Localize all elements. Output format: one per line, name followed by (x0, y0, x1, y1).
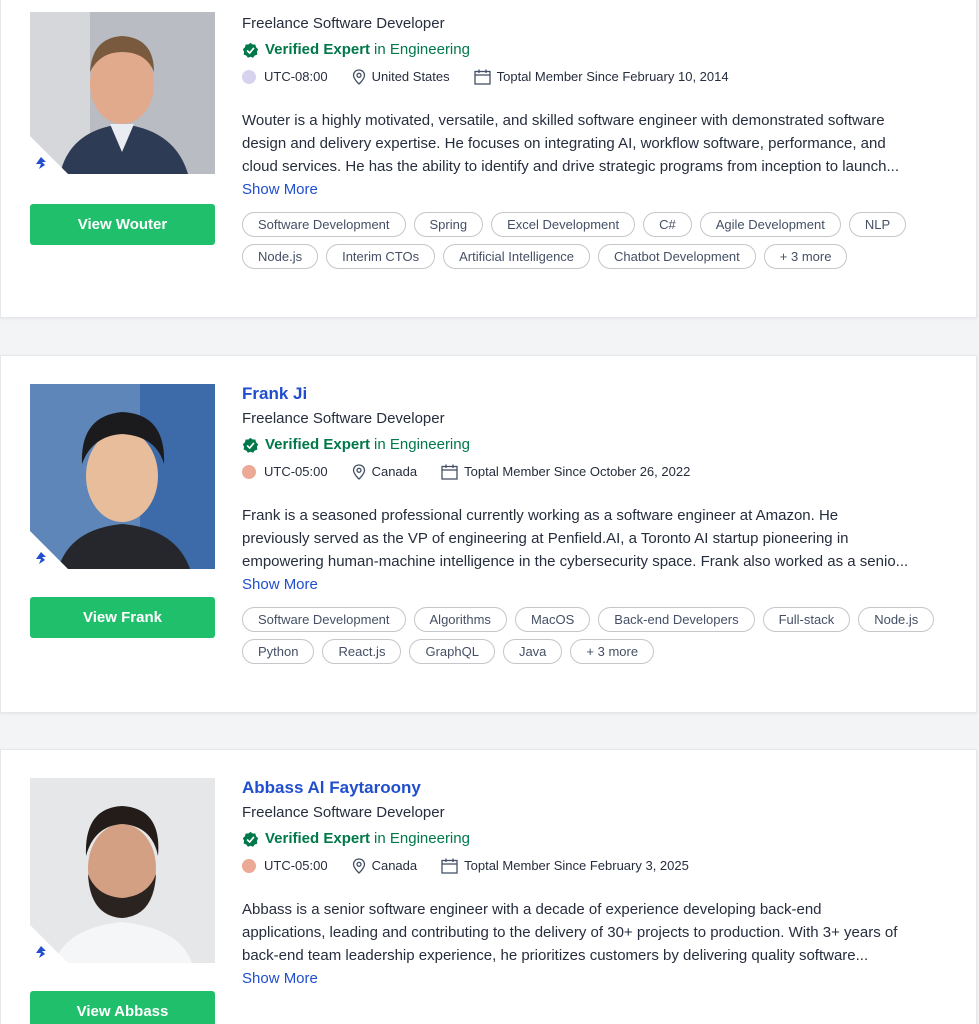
verified-suffix: in Engineering (374, 436, 470, 453)
talent-card: View Frank Frank Ji Freelance Software D… (0, 355, 977, 713)
description-line: cloud services. He has the ability to id… (242, 158, 899, 175)
skill-chip[interactable]: GraphQL (409, 639, 495, 664)
timezone: UTC-05:00 (264, 464, 328, 479)
skill-chip[interactable]: Spring (413, 212, 484, 237)
skill-chip[interactable]: Python (242, 639, 315, 664)
talent-meta: UTC-05:00 Canada Toptal Member Since Feb… (242, 857, 962, 875)
talent-name[interactable]: Frank Ji (242, 383, 962, 405)
skill-list: Software Development Algorithms MacOS Ba… (242, 607, 962, 671)
description-line: back-end team leadership experience, he … (242, 947, 869, 964)
description-line: empowering human-machine intelligence in… (242, 553, 909, 570)
view-profile-button[interactable]: View Wouter (30, 204, 215, 245)
skill-chip[interactable]: Artificial Intelligence (443, 244, 591, 269)
location-pin-icon (352, 858, 365, 874)
location-pin-icon (352, 69, 365, 85)
calendar-icon (441, 464, 458, 480)
skill-chip[interactable]: Chatbot Development (598, 244, 756, 269)
profile-photo[interactable] (30, 778, 215, 963)
talent-description: Frank is a seasoned professional current… (242, 504, 962, 573)
verified-badge: Verified Expert in Engineering (242, 829, 962, 849)
timezone: UTC-08:00 (264, 69, 328, 84)
toptal-logo-icon (36, 552, 46, 564)
skill-chip[interactable]: Software Development (242, 607, 406, 632)
skill-chip[interactable]: Full-stack (762, 607, 851, 632)
verified-check-icon (242, 42, 259, 58)
description-line: applications, leading and contributing t… (242, 924, 898, 941)
location: United States (371, 69, 450, 84)
verified-badge: Verified Expert in Engineering (242, 40, 962, 60)
location-pin-icon (352, 464, 365, 480)
talent-info: Frank Ji Freelance Software Developer Ve… (242, 383, 962, 671)
show-more-link[interactable]: Show More (242, 573, 962, 596)
talent-info: Abbass Al Faytaroony Freelance Software … (242, 777, 962, 990)
talent-meta: UTC-08:00 United States Toptal Member Si… (242, 68, 962, 86)
member-since: Toptal Member Since October 26, 2022 (464, 464, 691, 479)
description-line: Frank is a seasoned professional current… (242, 507, 839, 524)
skill-chip[interactable]: NLP (848, 212, 907, 237)
view-profile-button[interactable]: View Abbass (30, 991, 215, 1024)
profile-photo[interactable] (30, 12, 215, 174)
skill-chip[interactable]: Algorithms (413, 607, 507, 632)
timezone: UTC-05:00 (264, 858, 328, 873)
talent-name[interactable]: Abbass Al Faytaroony (242, 777, 962, 799)
verified-check-icon (242, 831, 259, 847)
talent-info: Freelance Software Developer Verified Ex… (242, 14, 962, 276)
show-more-link[interactable]: Show More (242, 178, 962, 201)
skill-chip[interactable]: Agile Development (699, 212, 841, 237)
skill-chip[interactable]: Java (502, 639, 563, 664)
view-profile-button[interactable]: View Frank (30, 597, 215, 638)
timezone-dot-icon (242, 70, 256, 84)
toptal-logo-icon (36, 946, 46, 958)
verified-check-icon (242, 437, 259, 453)
verified-label: Verified Expert (265, 830, 371, 847)
skill-list: Software Development Spring Excel Develo… (242, 212, 962, 276)
skill-chip[interactable]: Excel Development (491, 212, 636, 237)
skill-chip[interactable]: Software Development (242, 212, 406, 237)
show-more-link[interactable]: Show More (242, 967, 962, 990)
location: Canada (371, 858, 418, 873)
more-skills-chip[interactable]: + 3 more (763, 244, 848, 269)
description-line: design and delivery expertise. He focuse… (242, 135, 886, 152)
verified-label: Verified Expert (265, 41, 371, 58)
profile-photo[interactable] (30, 384, 215, 569)
talent-meta: UTC-05:00 Canada Toptal Member Since Oct… (242, 463, 962, 481)
member-since: Toptal Member Since February 10, 2014 (496, 69, 729, 84)
skill-chip[interactable]: Back-end Developers (598, 607, 755, 632)
verified-label: Verified Expert (265, 436, 371, 453)
talent-title: Freelance Software Developer (242, 410, 445, 427)
calendar-icon (473, 69, 491, 85)
talent-title: Freelance Software Developer (242, 15, 445, 32)
talent-description: Wouter is a highly motivated, versatile,… (242, 109, 962, 178)
toptal-logo-icon (36, 157, 46, 169)
talent-title: Freelance Software Developer (242, 804, 445, 821)
verified-badge: Verified Expert in Engineering (242, 435, 962, 455)
timezone-dot-icon (242, 859, 256, 873)
verified-suffix: in Engineering (374, 41, 470, 58)
skill-chip[interactable]: MacOS (514, 607, 591, 632)
calendar-icon (441, 858, 458, 874)
talent-description: Abbass is a senior software engineer wit… (242, 898, 962, 967)
skill-chip[interactable]: React.js (322, 639, 402, 664)
skill-chip[interactable]: Interim CTOs (326, 244, 436, 269)
skill-chip[interactable]: C# (643, 212, 692, 237)
more-skills-chip[interactable]: + 3 more (570, 639, 655, 664)
talent-card: View Abbass Abbass Al Faytaroony Freelan… (0, 749, 977, 1024)
description-line: Abbass is a senior software engineer wit… (242, 901, 822, 918)
member-since: Toptal Member Since February 3, 2025 (464, 858, 689, 873)
timezone-dot-icon (242, 465, 256, 479)
skill-chip[interactable]: Node.js (242, 244, 319, 269)
verified-suffix: in Engineering (374, 830, 470, 847)
description-line: Wouter is a highly motivated, versatile,… (242, 112, 885, 129)
description-line: previously served as the VP of engineeri… (242, 530, 849, 547)
location: Canada (371, 464, 418, 479)
skill-chip[interactable]: Node.js (858, 607, 935, 632)
talent-card: View Wouter Freelance Software Developer… (0, 0, 977, 318)
